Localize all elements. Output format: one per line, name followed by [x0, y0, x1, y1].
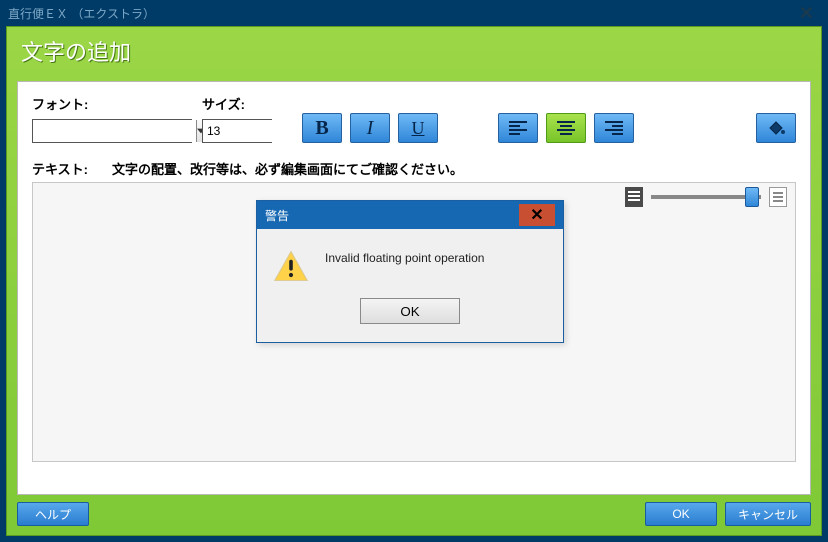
dialog-title: 警告 [265, 207, 289, 224]
size-combo[interactable] [202, 119, 272, 143]
warning-dialog: 警告 ✕ Invalid floating point operation OK [256, 200, 564, 343]
bold-button[interactable]: B [302, 113, 342, 143]
banner: 文字の追加 [7, 27, 821, 75]
dialog-message: Invalid floating point operation [325, 251, 484, 265]
underline-icon: U [399, 114, 437, 142]
warning-icon [273, 249, 309, 286]
align-right-icon [595, 114, 633, 142]
zoom-slider[interactable] [651, 195, 761, 199]
ok-button[interactable]: OK [645, 502, 717, 526]
italic-button[interactable]: I [350, 113, 390, 143]
main-window: 直行便ＥＸ （エクストラ） ✕ 文字の追加 フォント: サイズ: [0, 0, 828, 542]
dialog-close-button[interactable]: ✕ [519, 204, 555, 226]
font-combo[interactable] [32, 119, 192, 143]
text-note: 文字の配置、改行等は、必ず編集画面にてご確認ください。 [112, 159, 463, 178]
align-buttons [498, 113, 634, 143]
footer: ヘルプ OK キャンセル [17, 499, 811, 529]
dialog-ok-button[interactable]: OK [360, 298, 460, 324]
zoom-toolbar [625, 187, 787, 207]
zoom-out-icon[interactable] [625, 187, 643, 207]
titlebar: 直行便ＥＸ （エクストラ） ✕ [0, 0, 828, 26]
italic-icon: I [351, 114, 389, 142]
align-right-button[interactable] [594, 113, 634, 143]
zoom-in-icon[interactable] [769, 187, 787, 207]
font-label: フォント: [32, 94, 192, 113]
dialog-buttons: OK [257, 298, 563, 342]
zoom-slider-thumb[interactable] [745, 187, 759, 207]
cancel-button[interactable]: キャンセル [725, 502, 811, 526]
align-center-icon [547, 114, 585, 142]
style-buttons: B I U [302, 113, 438, 143]
paint-bucket-icon [757, 114, 795, 142]
color-button[interactable] [756, 113, 796, 143]
size-label: サイズ: [202, 94, 272, 113]
text-label-row: テキスト: 文字の配置、改行等は、必ず編集画面にてご確認ください。 [32, 159, 796, 178]
dialog-titlebar: 警告 ✕ [257, 201, 563, 229]
window-title: 直行便ＥＸ （エクストラ） [8, 5, 155, 22]
underline-button[interactable]: U [398, 113, 438, 143]
help-button[interactable]: ヘルプ [17, 502, 89, 526]
banner-title: 文字の追加 [21, 35, 131, 67]
align-center-button[interactable] [546, 113, 586, 143]
align-left-icon [499, 114, 537, 142]
align-left-button[interactable] [498, 113, 538, 143]
font-input[interactable] [33, 120, 196, 142]
format-row: フォント: サイズ: [32, 94, 796, 143]
bold-icon: B [303, 114, 341, 142]
text-label: テキスト: [32, 159, 88, 178]
font-group: フォント: [32, 94, 192, 143]
window-close-button[interactable]: ✕ [793, 3, 820, 24]
dialog-body: Invalid floating point operation [257, 229, 563, 298]
size-group: サイズ: [202, 94, 272, 143]
